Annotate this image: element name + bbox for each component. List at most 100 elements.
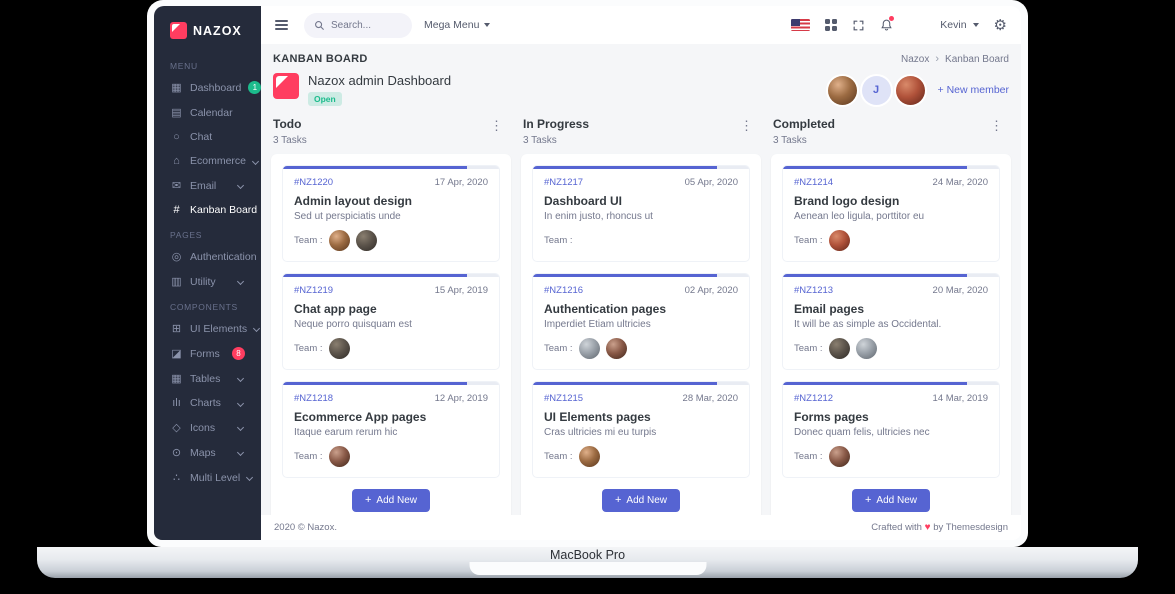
task-title: Email pages xyxy=(794,302,865,316)
kanban-column-todo: Todo 3 Tasks ⋮ #NZ1220 17 Apr, 2020 Admi… xyxy=(271,117,511,515)
sidebar-item-calendar[interactable]: ▤ Calendar xyxy=(154,100,261,125)
notifications-bell-icon[interactable] xyxy=(880,16,895,32)
add-new-button[interactable]: + Add New xyxy=(351,489,430,512)
plus-icon: + xyxy=(614,494,622,506)
avatar xyxy=(578,446,600,467)
task-id[interactable]: #NZ1217 xyxy=(544,177,583,188)
fullscreen-icon[interactable] xyxy=(852,19,865,32)
mega-menu-button[interactable]: Mega Menu xyxy=(424,19,491,31)
sidebar-item-authentication[interactable]: ◎ Authentication xyxy=(154,244,261,269)
task-date: 15 Apr, 2019 xyxy=(434,285,488,296)
sidebar-item-label: Email xyxy=(190,179,217,192)
column-body: #NZ1217 05 Apr, 2020 Dashboard UI In eni… xyxy=(521,154,761,515)
task-title: Brand logo design xyxy=(794,194,900,208)
breadcrumb-item[interactable]: Nazox xyxy=(901,54,929,65)
add-new-button[interactable]: + Add New xyxy=(851,489,930,512)
sidebar-item-email[interactable]: ✉ Email xyxy=(154,173,261,198)
utility-icon: ▥ xyxy=(171,276,182,288)
macbook-label: MacBook Pro xyxy=(549,548,626,562)
apps-grid-icon[interactable] xyxy=(824,18,838,32)
task-title: Forms pages xyxy=(794,410,869,424)
task-id[interactable]: #NZ1220 xyxy=(294,177,333,188)
task-card[interactable]: #NZ1214 24 Mar, 2020 Brand logo design A… xyxy=(782,165,1000,262)
user-menu[interactable]: Kevin xyxy=(908,12,979,38)
macbook-notch xyxy=(469,562,706,575)
avatar xyxy=(828,446,850,467)
task-id[interactable]: #NZ1213 xyxy=(794,285,833,296)
user-avatar xyxy=(908,12,934,38)
task-id[interactable]: #NZ1219 xyxy=(294,285,333,296)
language-flag-icon[interactable] xyxy=(790,19,810,31)
mega-menu-label: Mega Menu xyxy=(424,19,480,31)
task-date: 20 Mar, 2020 xyxy=(932,285,988,296)
task-description: Itaque earum rerum hic xyxy=(294,427,398,438)
task-date: 28 Mar, 2020 xyxy=(682,393,738,404)
task-id[interactable]: #NZ1214 xyxy=(794,177,833,188)
team-label: Team : xyxy=(294,235,323,246)
kanban-board: Todo 3 Tasks ⋮ #NZ1220 17 Apr, 2020 Admi… xyxy=(271,117,1011,515)
sidebar-item-label: Tables xyxy=(190,372,221,385)
sidebar-item-tables[interactable]: ▦ Tables xyxy=(154,366,261,391)
settings-gear-icon[interactable]: ⚙ xyxy=(994,16,1007,34)
sidebar-item-icons[interactable]: ◇ Icons xyxy=(154,415,261,440)
task-id[interactable]: #NZ1212 xyxy=(794,393,833,404)
search-input[interactable] xyxy=(331,19,401,31)
task-card[interactable]: #NZ1217 05 Apr, 2020 Dashboard UI In eni… xyxy=(532,165,750,262)
chevron-down-icon xyxy=(253,324,261,333)
forms-icon: ◪ xyxy=(171,348,182,360)
brand-logo[interactable]: NAZOX xyxy=(154,16,261,53)
team-label: Team : xyxy=(544,343,573,354)
brand-logo-text: NAZOX xyxy=(193,23,242,38)
sidebar-item-label: Forms xyxy=(190,347,220,360)
new-member-button[interactable]: + New member xyxy=(938,84,1009,96)
sidebar-item-maps[interactable]: ⊙ Maps xyxy=(154,440,261,465)
column-title: In Progress xyxy=(523,117,590,131)
sidebar-item-label: Dashboard xyxy=(190,81,242,94)
task-id[interactable]: #NZ1218 xyxy=(294,393,333,404)
column-menu-icon[interactable]: ⋮ xyxy=(986,117,1007,134)
dashboard-icon: ▦ xyxy=(171,82,182,94)
task-id[interactable]: #NZ1215 xyxy=(544,393,583,404)
task-card[interactable]: #NZ1216 02 Apr, 2020 Authentication page… xyxy=(532,273,750,370)
task-title: Authentication pages xyxy=(544,302,667,316)
topbar: Mega Menu xyxy=(261,6,1021,44)
column-menu-icon[interactable]: ⋮ xyxy=(736,117,757,134)
avatar xyxy=(828,230,850,251)
sidebar-item-charts[interactable]: ılı Charts xyxy=(154,391,261,415)
sidebar-item-multi-level[interactable]: ∴ Multi Level xyxy=(154,465,261,490)
avatar[interactable] xyxy=(895,75,925,105)
calendar-icon: ▤ xyxy=(171,107,182,119)
task-card[interactable]: #NZ1220 17 Apr, 2020 Admin layout design… xyxy=(282,165,500,262)
sidebar-item-chat[interactable]: ○ Chat xyxy=(154,125,261,149)
task-card[interactable]: #NZ1212 14 Mar, 2019 Forms pages Donec q… xyxy=(782,381,1000,478)
icons-icon: ◇ xyxy=(172,422,181,434)
column-menu-icon[interactable]: ⋮ xyxy=(486,117,507,134)
email-icon: ✉ xyxy=(171,180,182,192)
search-box[interactable] xyxy=(304,12,412,38)
menu-toggle-icon[interactable] xyxy=(271,16,292,34)
task-description: Neque porro quisquam est xyxy=(294,319,412,330)
task-card[interactable]: #NZ1219 15 Apr, 2019 Chat app page Neque… xyxy=(282,273,500,370)
task-card[interactable]: #NZ1215 28 Mar, 2020 UI Elements pages C… xyxy=(532,381,750,478)
task-title: Admin layout design xyxy=(294,194,413,208)
sidebar-item-ecommerce[interactable]: ⌂ Ecommerce xyxy=(154,149,261,173)
sidebar-item-dashboard[interactable]: ▦ Dashboard 1 xyxy=(154,75,261,100)
sidebar-item-kanban-board[interactable]: # Kanban Board xyxy=(154,198,261,222)
team-label: Team : xyxy=(294,343,323,354)
add-new-button[interactable]: + Add New xyxy=(601,489,680,512)
sidebar-item-ui-elements[interactable]: ⊞ UI Elements xyxy=(154,316,261,341)
task-card[interactable]: #NZ1218 12 Apr, 2019 Ecommerce App pages… xyxy=(282,381,500,478)
avatar-initial[interactable]: J xyxy=(861,75,891,105)
app-footer: 2020 © Nazox. Crafted with ♥ by Themesde… xyxy=(261,515,1021,540)
avatar[interactable] xyxy=(827,75,857,105)
column-title: Completed xyxy=(773,117,836,131)
sidebar-item-utility[interactable]: ▥ Utility xyxy=(154,269,261,294)
sidebar-item-label: Icons xyxy=(190,421,216,434)
task-description: Imperdiet Etiam ultricies xyxy=(544,319,651,330)
sidebar-item-forms[interactable]: ◪ Forms 8 xyxy=(154,341,261,366)
task-card[interactable]: #NZ1213 20 Mar, 2020 Email pages It will… xyxy=(782,273,1000,370)
task-id[interactable]: #NZ1216 xyxy=(544,285,583,296)
mockup-stage: NAZOX MENU ▦ Dashboard 1 ▤ Calendar ○ Ch… xyxy=(0,0,1175,594)
team-label: Team : xyxy=(544,451,573,462)
heart-icon: ♥ xyxy=(924,522,931,533)
